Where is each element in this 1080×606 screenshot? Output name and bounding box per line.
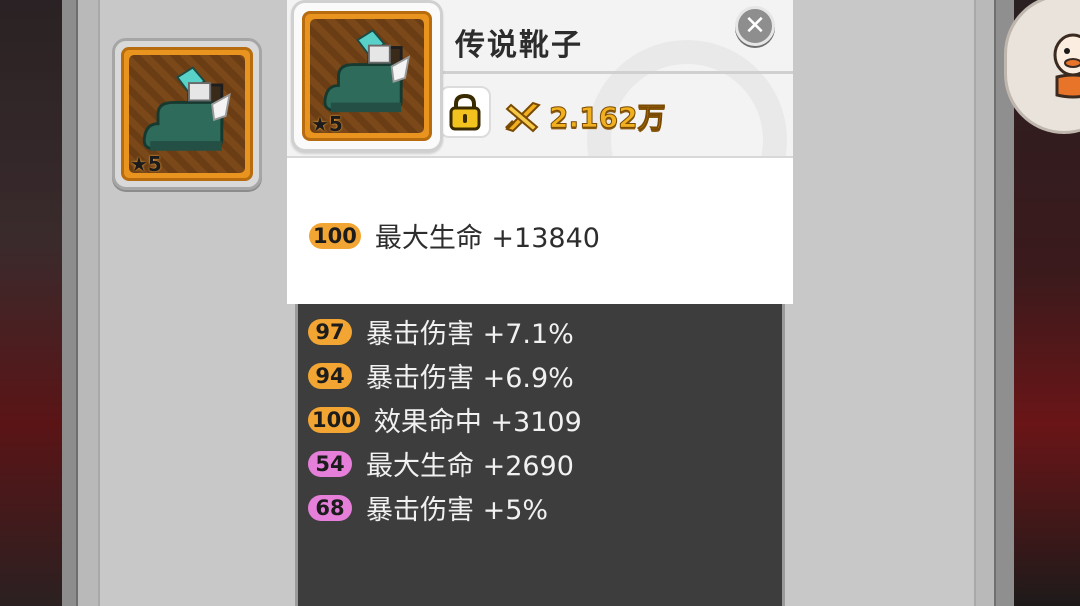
sub-stat-row: 68 暴击伤害 +5% <box>308 488 548 527</box>
stat-level-badge: 68 <box>308 494 352 521</box>
stat-text: 最大生命 +13840 <box>374 223 600 254</box>
main-stat-row: 100 最大生命 +13840 <box>309 216 600 255</box>
lock-icon <box>449 93 481 131</box>
sub-stat-row: 97 暴击伤害 +7.1% <box>308 312 574 351</box>
stat-level-badge: 94 <box>308 362 352 389</box>
main-stat-section: 100 最大生命 +13840 <box>287 158 793 304</box>
title-divider <box>443 71 793 74</box>
game-background-left <box>0 0 62 606</box>
close-icon: ✕ <box>744 11 766 41</box>
sub-stat-row: 94 暴击伤害 +6.9% <box>308 356 574 395</box>
stat-text: 最大生命 +2690 <box>366 451 574 482</box>
sword-power-icon <box>505 101 541 133</box>
close-button[interactable]: ✕ <box>735 6 775 46</box>
panel-frame-left <box>62 0 78 606</box>
stat-level-badge: 100 <box>309 222 361 249</box>
item-title: 传说靴子 <box>455 28 583 63</box>
star-rank-label: ★5 <box>130 152 162 176</box>
sub-stat-section: 97 暴击伤害 +7.1% 94 暴击伤害 +6.9% 100 效果命中 +31… <box>295 304 785 606</box>
popup-item-icon-slot: ★5 <box>291 0 443 152</box>
stat-level-badge: 100 <box>308 406 360 433</box>
star-rank-label: ★5 <box>311 112 343 136</box>
character-avatar-icon <box>1053 33 1080 99</box>
sub-stat-row: 54 最大生命 +2690 <box>308 444 574 483</box>
stat-text: 暴击伤害 +5% <box>366 495 549 526</box>
stat-level-badge: 54 <box>308 450 352 477</box>
stat-text: 效果命中 +3109 <box>373 407 582 438</box>
slot-frame: ★5 <box>302 11 432 141</box>
item-detail-popup: 传说靴子 ✕ 2.162万 ★5 100 最大生命 +13840 97 暴击伤害… <box>287 0 793 606</box>
combat-power: 2.162万 <box>503 96 666 136</box>
sub-stat-row: 100 效果命中 +3109 <box>308 400 582 439</box>
stat-level-badge: 97 <box>308 318 352 345</box>
inventory-slot-boots[interactable]: ★5 <box>112 38 262 190</box>
slot-frame: ★5 <box>121 47 253 181</box>
combat-power-value: 2.162万 <box>549 101 667 135</box>
lock-button[interactable] <box>439 86 491 138</box>
stat-text: 暴击伤害 +6.9% <box>366 363 574 394</box>
stat-text: 暴击伤害 +7.1% <box>366 319 574 350</box>
